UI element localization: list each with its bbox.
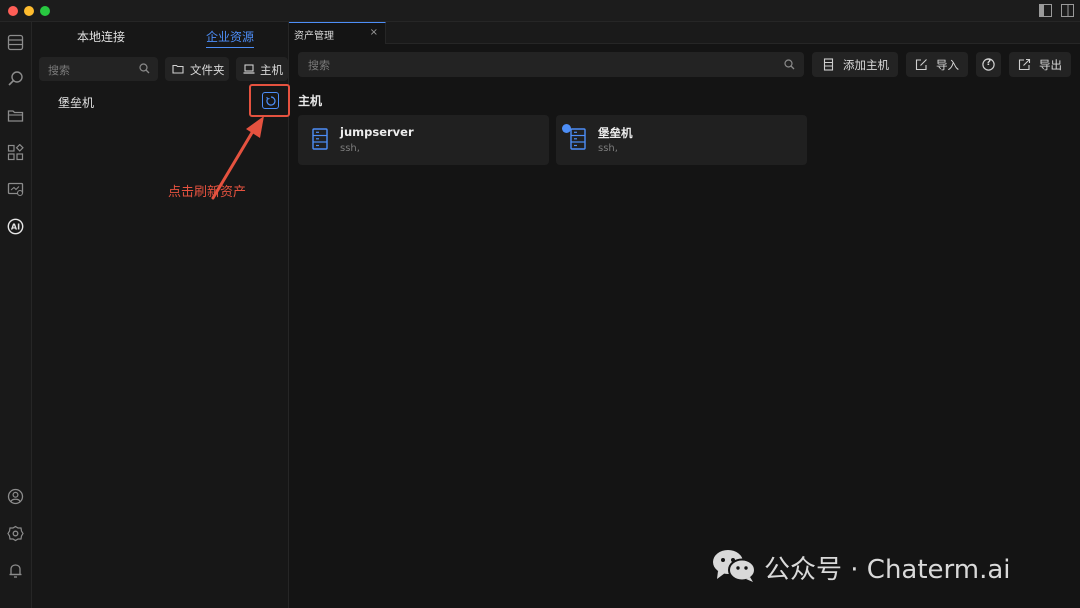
- minimize-window-button[interactable]: [24, 6, 34, 16]
- search-icon: [139, 63, 150, 74]
- tab-close-button[interactable]: ×: [370, 27, 378, 38]
- tree-item-bastion[interactable]: 堡垒机: [58, 94, 94, 111]
- import-button[interactable]: 导入: [906, 52, 968, 77]
- asset-search-placeholder: 搜索: [308, 59, 330, 72]
- user-icon[interactable]: [7, 488, 24, 505]
- refresh-icon: [266, 96, 276, 106]
- watermark: 公众号 · Chaterm.ai: [712, 545, 1052, 585]
- refresh-assets-button[interactable]: [262, 92, 279, 109]
- export-button[interactable]: 导出: [1009, 52, 1071, 77]
- add-host-label: 添加主机: [843, 58, 889, 72]
- apps-icon[interactable]: [7, 144, 24, 161]
- import-label: 导入: [936, 58, 959, 72]
- host-card-bastion[interactable]: 堡垒机 ssh,: [556, 115, 807, 165]
- ai-icon[interactable]: AI: [7, 218, 24, 235]
- title-bar: [0, 0, 1080, 22]
- toggle-sidebar-icon[interactable]: [1039, 4, 1052, 17]
- toggle-panel-icon[interactable]: [1061, 4, 1074, 17]
- search-icon[interactable]: [7, 70, 24, 87]
- server-icon: [570, 128, 586, 150]
- document-list-icon[interactable]: [7, 34, 24, 51]
- server-icon: [823, 58, 834, 71]
- sidebar: 本地连接 企业资源 搜索 文件夹 主机 堡垒机 点击刷新资产: [32, 22, 290, 608]
- host-connection-info: ssh,: [340, 143, 360, 154]
- section-title-hosts: 主机: [298, 94, 323, 108]
- new-host-button[interactable]: 主机: [236, 57, 288, 81]
- bell-icon[interactable]: [7, 562, 24, 579]
- refresh-highlight-box: [249, 84, 290, 117]
- svg-text:AI: AI: [11, 223, 20, 232]
- watermark-text: 公众号 · Chaterm.ai: [764, 555, 1011, 585]
- host-connection-info: ssh,: [598, 143, 618, 154]
- editor-tab-bar: 资产管理 ×: [289, 22, 1080, 44]
- asset-search-input[interactable]: 搜索: [298, 52, 804, 77]
- host-card-jumpserver[interactable]: jumpserver ssh,: [298, 115, 549, 165]
- tab-enterprise-resources[interactable]: 企业资源: [206, 28, 255, 48]
- monitor-icon[interactable]: [7, 181, 24, 198]
- host-name: 堡垒机: [598, 126, 633, 140]
- export-label: 导出: [1039, 58, 1062, 72]
- import-icon: [915, 59, 927, 71]
- new-folder-button[interactable]: 文件夹: [165, 57, 229, 81]
- close-window-button[interactable]: [8, 6, 18, 16]
- new-host-label: 主机: [260, 63, 283, 77]
- annotation-text: 点击刷新资产: [168, 185, 247, 200]
- gear-icon[interactable]: [7, 525, 24, 542]
- maximize-window-button[interactable]: [40, 6, 50, 16]
- laptop-icon: [243, 64, 255, 74]
- folder-icon: [172, 64, 184, 74]
- export-icon: [1018, 58, 1031, 71]
- tab-asset-management[interactable]: 资产管理 ×: [289, 22, 386, 44]
- new-folder-label: 文件夹: [190, 63, 225, 77]
- host-name: jumpserver: [340, 125, 414, 139]
- folder-icon[interactable]: [7, 107, 24, 124]
- activity-bar: AI: [0, 22, 32, 608]
- tab-local-connections[interactable]: 本地连接: [77, 28, 125, 45]
- search-icon: [784, 59, 795, 70]
- tab-asset-management-label: 资产管理: [294, 31, 334, 42]
- help-button[interactable]: ?: [976, 52, 1001, 77]
- wechat-logo-icon: [713, 550, 756, 582]
- add-host-button[interactable]: 添加主机: [812, 52, 898, 77]
- help-label: ?: [986, 58, 992, 68]
- server-icon: [312, 128, 328, 150]
- sidebar-search-placeholder: 搜索: [48, 64, 70, 77]
- sidebar-search-input[interactable]: 搜索: [39, 57, 158, 81]
